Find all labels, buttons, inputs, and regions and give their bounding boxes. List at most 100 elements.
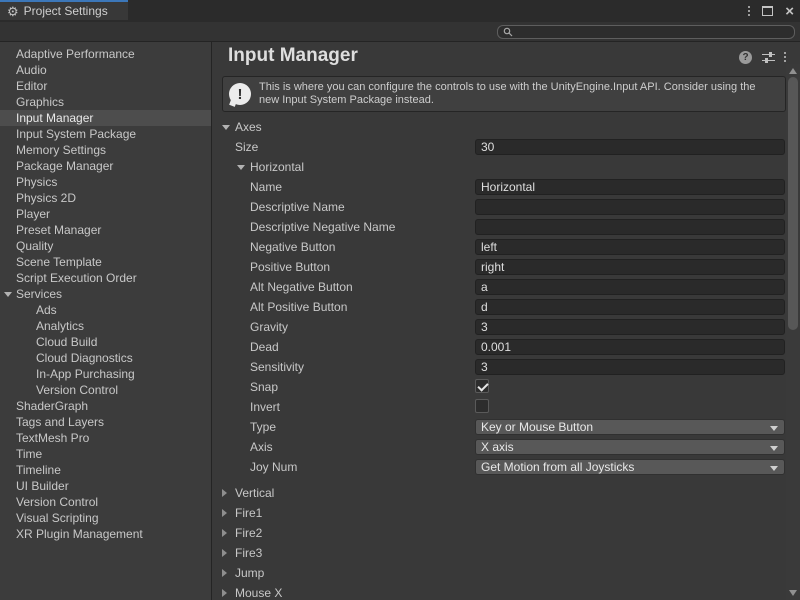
text-field-descriptive-negative-name[interactable] bbox=[475, 219, 785, 235]
sidebar-item-graphics[interactable]: Graphics bbox=[0, 94, 211, 110]
property-label: Descriptive Name bbox=[250, 200, 345, 214]
sidebar-item-physics[interactable]: Physics bbox=[0, 174, 211, 190]
property-label[interactable]: Horizontal bbox=[250, 160, 304, 174]
panel-menu-icon[interactable] bbox=[784, 52, 786, 62]
sidebar-item-label: Cloud Build bbox=[36, 335, 97, 349]
sidebar-item-player[interactable]: Player bbox=[0, 206, 211, 222]
row-alt-positive-button: Alt Positive Buttond bbox=[212, 297, 786, 317]
foldout-collapsed-icon[interactable] bbox=[222, 589, 227, 597]
sidebar-item-label: Timeline bbox=[16, 463, 61, 477]
sidebar-item-cloud-diagnostics[interactable]: Cloud Diagnostics bbox=[0, 350, 211, 366]
sidebar-item-tags-and-layers[interactable]: Tags and Layers bbox=[0, 414, 211, 430]
foldout-collapsed-icon[interactable] bbox=[222, 529, 227, 537]
property-label[interactable]: Jump bbox=[235, 566, 264, 580]
sidebar-item-audio[interactable]: Audio bbox=[0, 62, 211, 78]
sidebar-item-analytics[interactable]: Analytics bbox=[0, 318, 211, 334]
dropdown-joy-num[interactable]: Get Motion from all Joysticks bbox=[475, 459, 785, 475]
sidebar-item-cloud-build[interactable]: Cloud Build bbox=[0, 334, 211, 350]
sidebar-item-quality[interactable]: Quality bbox=[0, 238, 211, 254]
preset-sliders-icon[interactable] bbox=[762, 51, 775, 64]
vertical-scrollbar[interactable] bbox=[786, 64, 800, 600]
sidebar-item-services[interactable]: Services bbox=[0, 286, 211, 302]
sidebar-item-editor[interactable]: Editor bbox=[0, 78, 211, 94]
text-field-alt-negative-button[interactable]: a bbox=[475, 279, 785, 295]
dropdown-value: Get Motion from all Joysticks bbox=[481, 460, 634, 474]
sidebar-item-version-control[interactable]: Version Control bbox=[0, 382, 211, 398]
sidebar-item-timeline[interactable]: Timeline bbox=[0, 462, 211, 478]
scroll-up-icon[interactable] bbox=[789, 68, 797, 74]
property-label[interactable]: Fire3 bbox=[235, 546, 262, 560]
sidebar-item-label: In-App Purchasing bbox=[36, 367, 135, 381]
text-field-dead[interactable]: 0.001 bbox=[475, 339, 785, 355]
text-field-positive-button[interactable]: right bbox=[475, 259, 785, 275]
window-menu-icon[interactable] bbox=[748, 6, 750, 16]
sidebar-item-label: Package Manager bbox=[16, 159, 113, 173]
dropdown-type[interactable]: Key or Mouse Button bbox=[475, 419, 785, 435]
text-field-sensitivity[interactable]: 3 bbox=[475, 359, 785, 375]
property-label: Name bbox=[250, 180, 282, 194]
sidebar-item-time[interactable]: Time bbox=[0, 446, 211, 462]
search-box[interactable] bbox=[497, 25, 795, 39]
property-label[interactable]: Vertical bbox=[235, 486, 274, 500]
sidebar-item-input-manager[interactable]: Input Manager bbox=[0, 110, 211, 126]
row-snap: Snap bbox=[212, 377, 786, 397]
foldout-expanded-icon[interactable] bbox=[4, 292, 12, 297]
text-field-name[interactable]: Horizontal bbox=[475, 179, 785, 195]
text-field-descriptive-name[interactable] bbox=[475, 199, 785, 215]
sidebar-item-preset-manager[interactable]: Preset Manager bbox=[0, 222, 211, 238]
property-label[interactable]: Fire1 bbox=[235, 506, 262, 520]
close-icon[interactable]: × bbox=[785, 4, 794, 19]
scroll-down-icon[interactable] bbox=[789, 590, 797, 596]
checkbox-snap[interactable] bbox=[475, 379, 489, 393]
scrollbar-thumb[interactable] bbox=[788, 77, 798, 330]
property-label[interactable]: Axes bbox=[235, 120, 262, 134]
property-label: Size bbox=[235, 140, 258, 154]
sidebar-item-label: Tags and Layers bbox=[16, 415, 104, 429]
sidebar-item-shadergraph[interactable]: ShaderGraph bbox=[0, 398, 211, 414]
text-field-size[interactable]: 30 bbox=[475, 139, 785, 155]
sidebar-item-in-app-purchasing[interactable]: In-App Purchasing bbox=[0, 366, 211, 382]
property-label: Invert bbox=[250, 400, 280, 414]
text-field-alt-positive-button[interactable]: d bbox=[475, 299, 785, 315]
row-gravity: Gravity 3 bbox=[212, 317, 786, 337]
property-label[interactable]: Mouse X bbox=[235, 586, 282, 600]
sidebar-item-memory-settings[interactable]: Memory Settings bbox=[0, 142, 211, 158]
sidebar-item-input-system-package[interactable]: Input System Package bbox=[0, 126, 211, 142]
foldout-collapsed-icon[interactable] bbox=[222, 569, 227, 577]
property-label: Joy Num bbox=[250, 460, 297, 474]
row-descriptive-name: Descriptive Name bbox=[212, 197, 786, 217]
sidebar-item-ads[interactable]: Ads bbox=[0, 302, 211, 318]
sidebar-item-physics-2d[interactable]: Physics 2D bbox=[0, 190, 211, 206]
sidebar-item-adaptive-performance[interactable]: Adaptive Performance bbox=[0, 46, 211, 62]
foldout-expanded-icon[interactable] bbox=[237, 165, 245, 170]
text-field-gravity[interactable]: 3 bbox=[475, 319, 785, 335]
property-label[interactable]: Fire2 bbox=[235, 526, 262, 540]
search-input[interactable] bbox=[517, 26, 777, 38]
sidebar-item-ui-builder[interactable]: UI Builder bbox=[0, 478, 211, 494]
foldout-expanded-icon[interactable] bbox=[222, 125, 230, 130]
sidebar-item-label: Physics 2D bbox=[16, 191, 76, 205]
dropdown-axis[interactable]: X axis bbox=[475, 439, 785, 455]
sidebar-item-xr-plugin-management[interactable]: XR Plugin Management bbox=[0, 526, 211, 542]
sidebar-item-script-execution-order[interactable]: Script Execution Order bbox=[0, 270, 211, 286]
foldout-collapsed-icon[interactable] bbox=[222, 489, 227, 497]
sidebar-item-package-manager[interactable]: Package Manager bbox=[0, 158, 211, 174]
tab-project-settings[interactable]: ⚙ Project Settings bbox=[0, 0, 128, 20]
foldout-collapsed-icon[interactable] bbox=[222, 509, 227, 517]
checkbox-invert[interactable] bbox=[475, 399, 489, 413]
property-label: Positive Button bbox=[250, 260, 330, 274]
property-label: Gravity bbox=[250, 320, 288, 334]
row-fire3: Fire3 bbox=[212, 543, 786, 563]
sidebar-item-label: Input Manager bbox=[16, 111, 93, 125]
sidebar-item-textmesh-pro[interactable]: TextMesh Pro bbox=[0, 430, 211, 446]
tab-title: Project Settings bbox=[24, 4, 108, 18]
maximize-icon[interactable] bbox=[762, 6, 773, 16]
help-icon[interactable]: ? bbox=[739, 51, 752, 64]
sidebar-item-visual-scripting[interactable]: Visual Scripting bbox=[0, 510, 211, 526]
sidebar-item-scene-template[interactable]: Scene Template bbox=[0, 254, 211, 270]
foldout-collapsed-icon[interactable] bbox=[222, 549, 227, 557]
sidebar-item-label: Audio bbox=[16, 63, 47, 77]
sidebar-item-version-control[interactable]: Version Control bbox=[0, 494, 211, 510]
row-axes: Axes bbox=[212, 117, 786, 137]
text-field-negative-button[interactable]: left bbox=[475, 239, 785, 255]
